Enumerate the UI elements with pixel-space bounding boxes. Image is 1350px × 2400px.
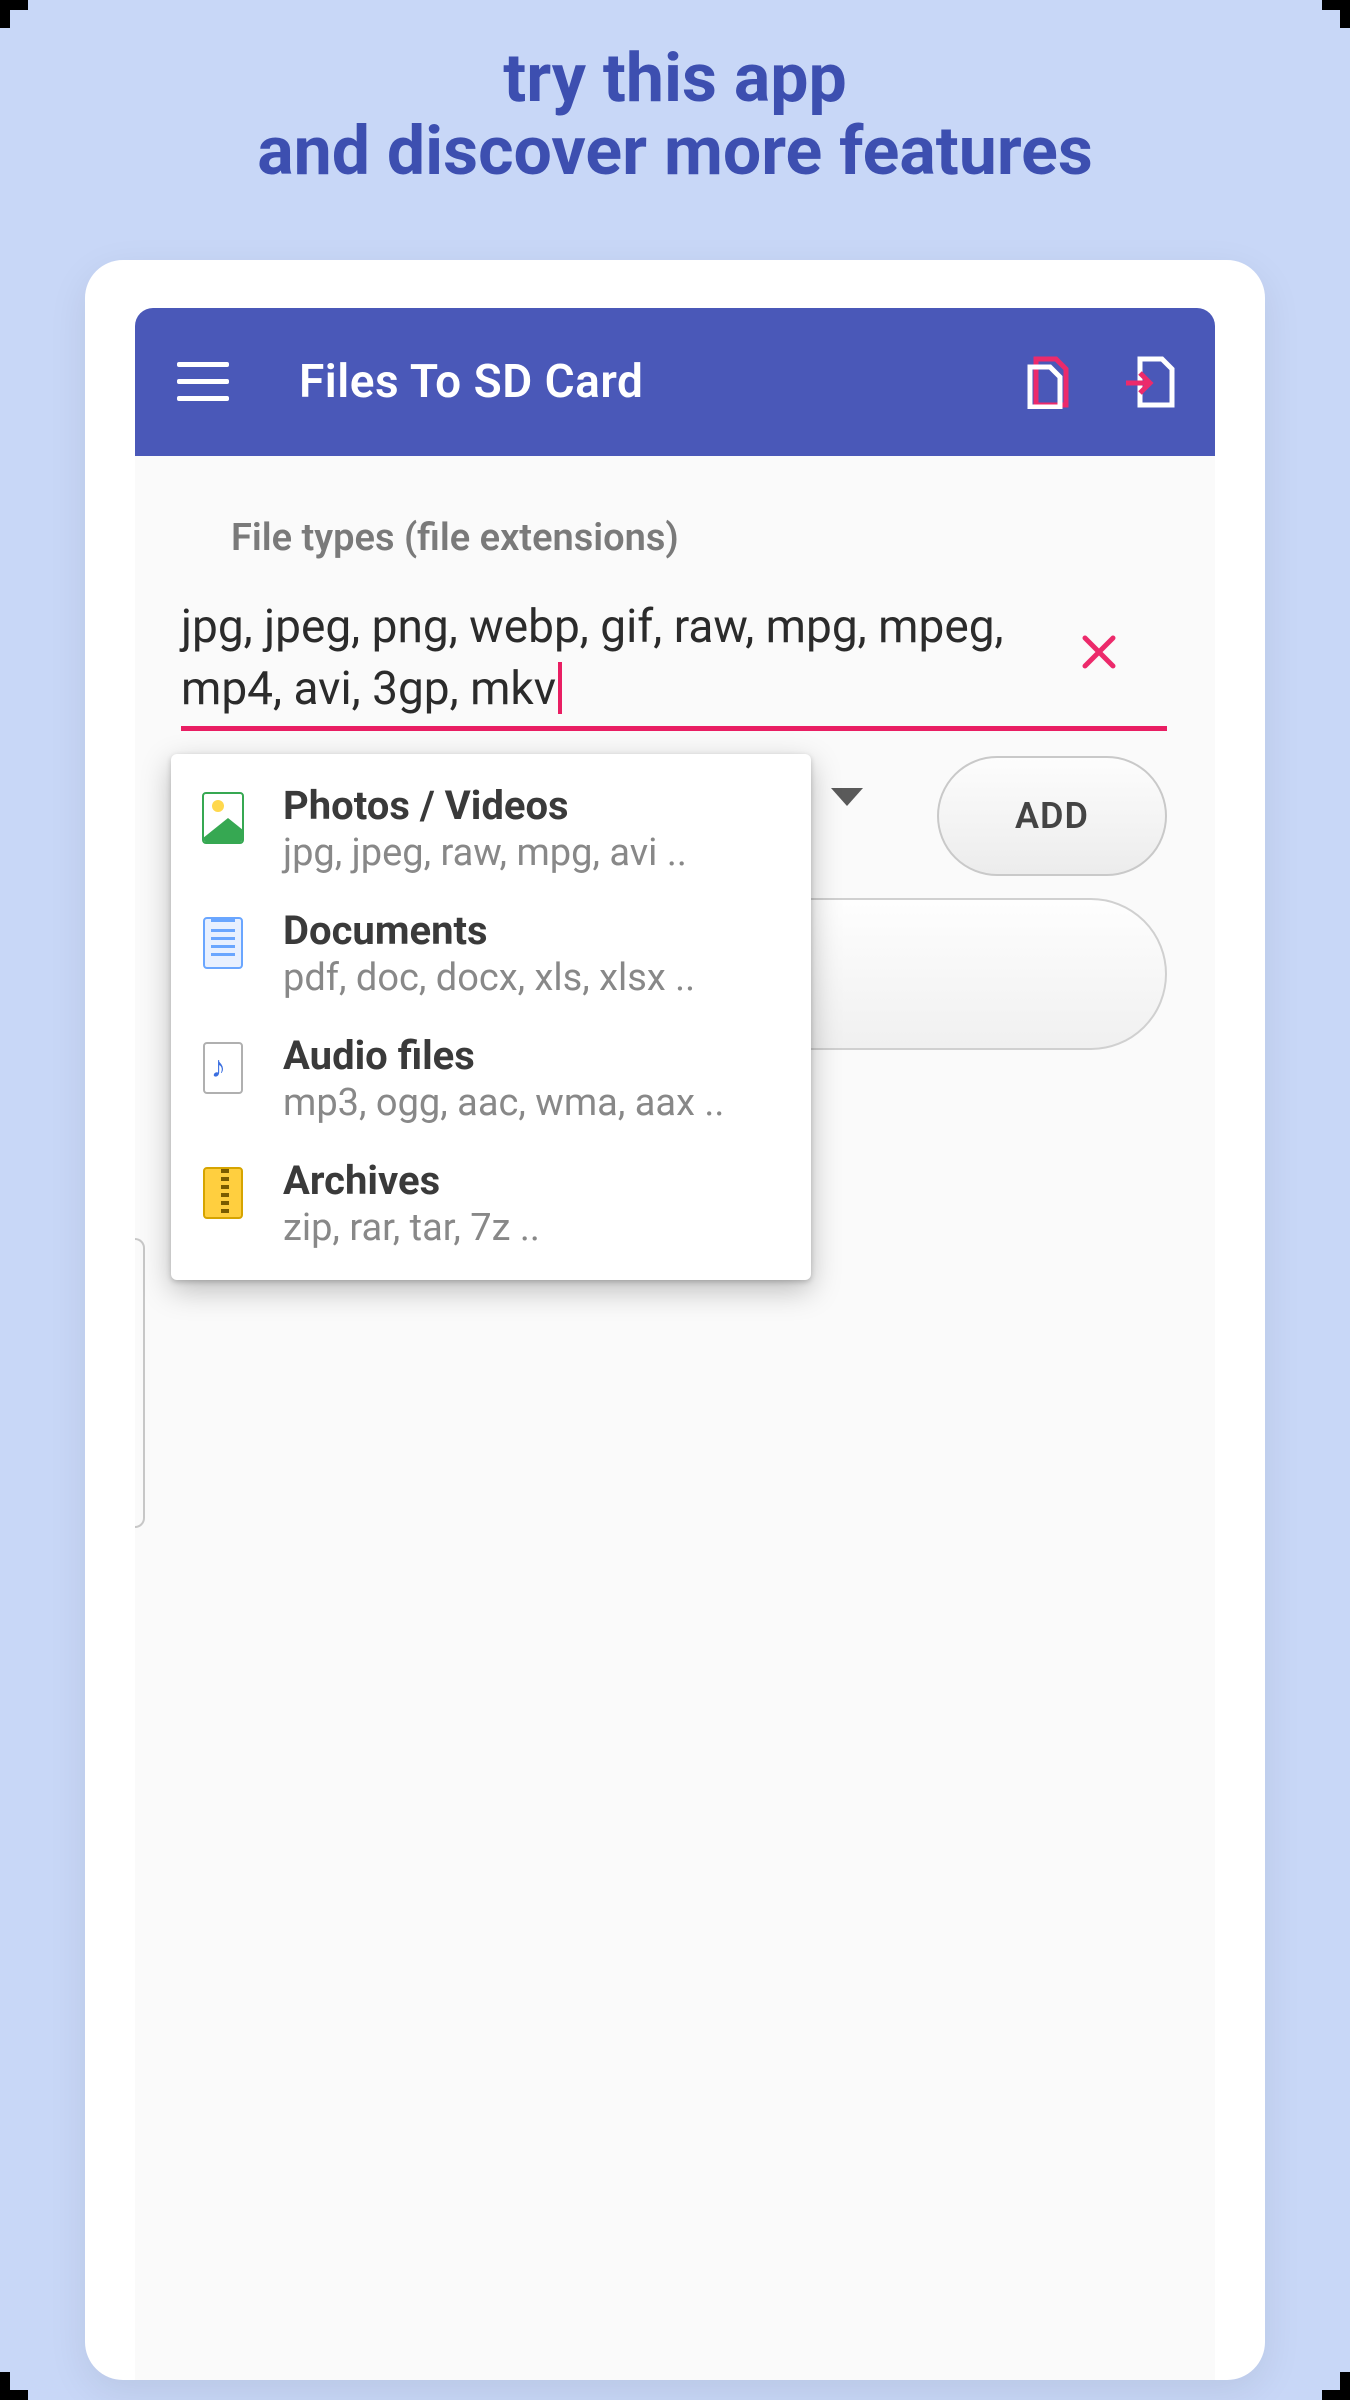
dropdown-item-title: Archives (283, 1157, 787, 1204)
dropdown-item-archives[interactable]: Archives zip, rar, tar, 7z .. (171, 1141, 811, 1266)
crop-mark (0, 0, 28, 28)
text-caret (558, 662, 562, 714)
dropdown-item-sub: jpg, jpeg, raw, mpg, avi .. (283, 831, 787, 875)
dropdown-item-sub: pdf, doc, docx, xls, xlsx .. (283, 956, 787, 1000)
photo-icon (195, 790, 251, 846)
dropdown-item-audio[interactable]: Audio files mp3, ogg, aac, wma, aax .. (171, 1016, 811, 1141)
app-title: Files To SD Card (299, 355, 643, 409)
dropdown-item-title: Photos / Videos (283, 782, 787, 829)
extensions-input-text[interactable]: jpg, jpeg, png, webp, gif, raw, mpg, mpe… (181, 596, 1061, 720)
document-icon (195, 915, 251, 971)
dropdown-item-sub: zip, rar, tar, 7z .. (283, 1206, 787, 1250)
dropdown-item-sub: mp3, ogg, aac, wma, aax .. (283, 1081, 787, 1125)
promo-line-1: try this app (0, 42, 1350, 115)
dropdown-item-title: Documents (283, 907, 787, 954)
content-area: File types (file extensions) jpg, jpeg, … (135, 456, 1215, 2380)
filetype-dropdown: Photos / Videos jpg, jpeg, raw, mpg, avi… (171, 754, 811, 1280)
promo-line-2: and discover more features (0, 115, 1350, 188)
crop-mark (1322, 0, 1350, 28)
copy-file-icon[interactable] (1015, 355, 1085, 409)
dropdown-item-documents[interactable]: Documents pdf, doc, docx, xls, xlsx .. (171, 891, 811, 1016)
move-file-icon[interactable] (1115, 355, 1185, 409)
dropdown-item-title: Audio files (283, 1032, 787, 1079)
crop-mark (0, 2372, 28, 2400)
add-button-label: ADD (1015, 795, 1089, 837)
archive-icon (195, 1165, 251, 1221)
crop-mark (1322, 2372, 1350, 2400)
side-handle[interactable] (135, 1238, 145, 1528)
clear-icon[interactable] (1075, 628, 1123, 676)
phone-frame: Files To SD Card File types (file extens… (85, 260, 1265, 2380)
chevron-down-icon[interactable] (831, 788, 863, 806)
audio-icon (195, 1040, 251, 1096)
app-bar: Files To SD Card (135, 308, 1215, 456)
add-button[interactable]: ADD (937, 756, 1167, 876)
filetypes-label: File types (file extensions) (231, 516, 679, 560)
dropdown-item-photos[interactable]: Photos / Videos jpg, jpeg, raw, mpg, avi… (171, 766, 811, 891)
promo-heading: try this app and discover more features (0, 0, 1350, 189)
menu-icon[interactable] (177, 362, 229, 402)
extensions-input[interactable]: jpg, jpeg, png, webp, gif, raw, mpg, mpe… (181, 596, 1167, 731)
